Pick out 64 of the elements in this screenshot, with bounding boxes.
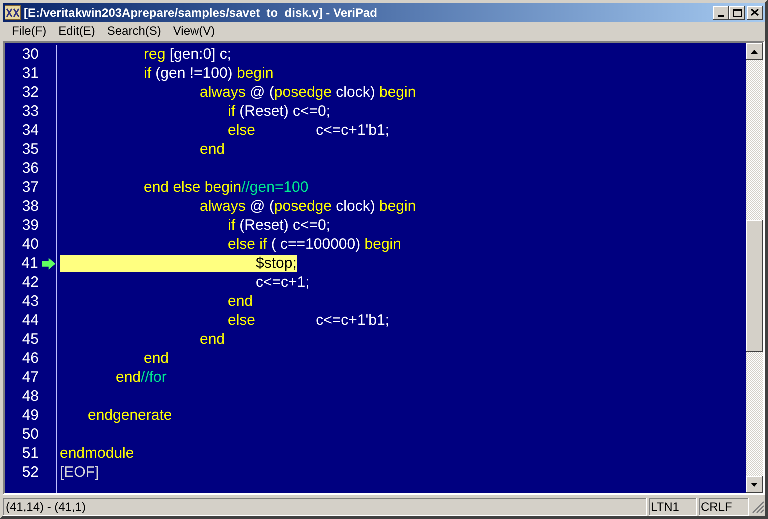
code-line: end//for xyxy=(115,369,167,386)
encoding-indicator: LTN1 xyxy=(649,498,697,516)
line-number: 38 xyxy=(21,198,39,215)
menu-item[interactable]: Search(S) xyxy=(101,22,168,40)
line-number: 42 xyxy=(21,274,39,291)
code-line: endmodule xyxy=(60,445,134,462)
code-line: [EOF] xyxy=(60,464,100,481)
line-number: 43 xyxy=(21,293,39,310)
close-button[interactable] xyxy=(747,6,763,20)
code-line: else if ( c==100000) begin xyxy=(227,236,402,253)
maximize-button[interactable] xyxy=(729,6,745,20)
minimize-button[interactable] xyxy=(713,6,729,20)
menu-item[interactable]: View(V) xyxy=(167,22,222,40)
line-number: 40 xyxy=(21,236,39,253)
scroll-up-button[interactable] xyxy=(746,43,763,60)
line-number: 48 xyxy=(21,388,39,405)
line-number: 33 xyxy=(21,103,39,120)
menu-item[interactable]: Edit(E) xyxy=(52,22,102,40)
down-arrow-icon xyxy=(751,482,758,486)
line-number: 44 xyxy=(21,312,39,329)
line-number: 52 xyxy=(21,464,39,481)
code-line: always @ (posedge clock) begin xyxy=(199,84,416,101)
code-line: always @ (posedge clock) begin xyxy=(199,198,416,215)
line-number: 37 xyxy=(21,179,39,196)
scrollbar-thumb[interactable] xyxy=(746,220,763,352)
code-line: end xyxy=(227,293,254,310)
line-number: 46 xyxy=(21,350,39,367)
line-number: 41 xyxy=(20,255,38,272)
code-line: endgenerate xyxy=(87,407,172,424)
line-number: 49 xyxy=(21,407,39,424)
code-line: if (Reset) c<=0; xyxy=(227,217,331,234)
line-ending-indicator: CRLF xyxy=(699,498,749,516)
resize-grip-icon[interactable] xyxy=(751,500,765,514)
cursor-position: (41,14) - (41,1) xyxy=(3,498,647,516)
code-editor[interactable] xyxy=(5,43,746,493)
code-line: end else begin//gen=100 xyxy=(143,179,309,196)
code-line: end xyxy=(199,141,226,158)
minimize-icon xyxy=(718,14,724,16)
line-number: 39 xyxy=(21,217,39,234)
code-line: c<=c+1; xyxy=(255,274,310,291)
code-line: if (gen !=100) begin xyxy=(143,65,274,82)
line-number: 30 xyxy=(21,46,39,63)
line-number: 45 xyxy=(21,331,39,348)
line-number: 50 xyxy=(21,426,39,443)
menu-item[interactable]: File(F) xyxy=(6,22,53,40)
line-number: 35 xyxy=(21,141,39,158)
line-number: 31 xyxy=(21,65,39,82)
code-line: end xyxy=(143,350,170,367)
code-line: end xyxy=(199,331,226,348)
code-line: else c<=c+1'b1; xyxy=(227,122,390,139)
code-line: else c<=c+1'b1; xyxy=(227,312,390,329)
app-icon xyxy=(5,4,21,20)
line-number: 47 xyxy=(21,369,39,386)
code-line: reg [gen:0] c; xyxy=(143,46,232,63)
up-arrow-icon xyxy=(751,50,758,54)
close-icon xyxy=(751,9,759,16)
line-number: 36 xyxy=(21,160,39,177)
line-number: 51 xyxy=(21,445,39,462)
window-title: [E:/veritakwin203Aprepare/samples/savet_to_disk.v] - VeriPad xyxy=(24,4,379,22)
line-number: 32 xyxy=(21,84,39,101)
code-line: if (Reset) c<=0; xyxy=(227,103,331,120)
line-number: 34 xyxy=(21,122,39,139)
maximize-icon xyxy=(732,8,742,16)
scroll-down-button[interactable] xyxy=(746,476,763,493)
